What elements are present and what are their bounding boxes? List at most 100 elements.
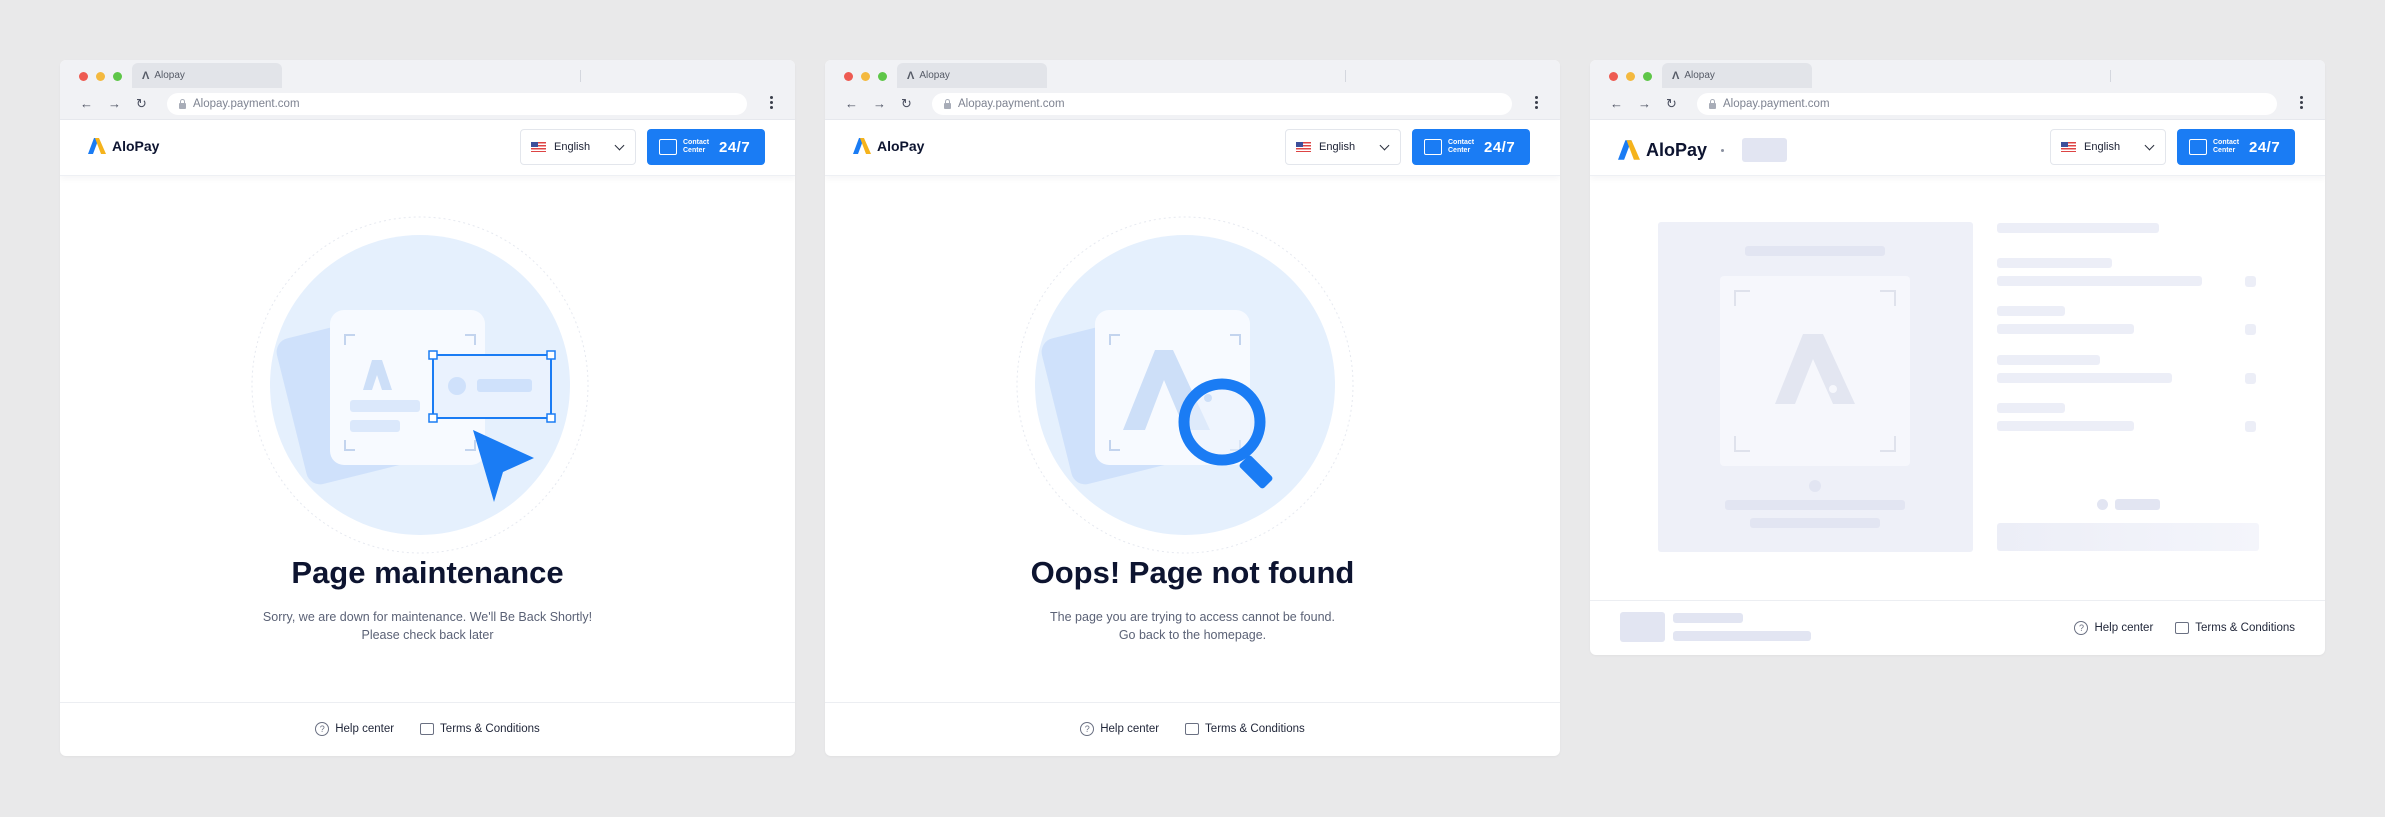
browser-tab[interactable]: Λ Alopay (897, 63, 1047, 88)
back-arrow-icon[interactable]: ← (845, 97, 858, 110)
separator-dot (1721, 148, 1725, 152)
close-dot[interactable] (844, 72, 853, 81)
question-icon: ? (2074, 621, 2089, 635)
qr-frame-icon (1734, 290, 1896, 452)
url-bar[interactable]: Alopay.payment.com (932, 93, 1512, 115)
help-center-link[interactable]: ? Help center (2074, 621, 2153, 635)
forward-arrow-icon[interactable]: → (108, 97, 121, 110)
not-found-illustration (1016, 216, 1354, 554)
footer: ? Help center Terms & Conditions (60, 722, 795, 736)
language-select[interactable]: English (520, 129, 636, 165)
help-center-link[interactable]: ? Help center (1080, 722, 1159, 736)
close-dot[interactable] (1609, 72, 1618, 81)
maximize-dot[interactable] (1643, 72, 1652, 81)
window-controls (79, 72, 122, 81)
homepage-link[interactable]: Go back to the homepage. (825, 626, 1560, 644)
copy-icon-skeleton (2245, 421, 2256, 432)
window-controls (844, 72, 887, 81)
nav-buttons: ← → ↻ (80, 97, 147, 110)
brand-logo[interactable]: AloPay (1618, 138, 1788, 162)
skeleton-line (1997, 373, 2172, 383)
forward-arrow-icon[interactable]: → (1638, 97, 1651, 110)
page-title: Oops! Page not found (1030, 555, 1355, 590)
browser-tab[interactable]: Λ Alopay (1662, 63, 1812, 88)
contact-line1: Contact (2213, 139, 2240, 146)
language-select[interactable]: English (1285, 129, 1401, 165)
browser-tab[interactable]: Λ Alopay (132, 63, 282, 88)
chevron-down-icon (2144, 140, 2155, 151)
tab-separator (580, 70, 581, 82)
us-flag-icon (2061, 142, 2076, 152)
help-center-label: Help center (2094, 622, 2154, 634)
brand-logo[interactable]: AloPay (88, 138, 159, 154)
skeleton-line (1997, 324, 2134, 334)
contact-hours: 24/7 (1484, 138, 1516, 156)
help-center-link[interactable]: ? Help center (315, 722, 394, 736)
footer-divider (825, 702, 1560, 703)
terms-link[interactable]: Terms & Conditions (420, 722, 540, 736)
copy-icon-skeleton (2245, 324, 2256, 335)
reload-icon[interactable]: ↻ (1666, 97, 1677, 110)
contact-hours: 24/7 (719, 138, 751, 156)
qr-code-skeleton (1720, 276, 1910, 466)
maximize-dot[interactable] (878, 72, 887, 81)
page-title: Page maintenance (291, 555, 564, 590)
back-arrow-icon[interactable]: ← (80, 97, 93, 110)
skeleton-line (1997, 223, 2159, 233)
forward-arrow-icon[interactable]: → (873, 97, 886, 110)
terms-label: Terms & Conditions (1205, 723, 1305, 735)
minimize-dot[interactable] (861, 72, 870, 81)
footer: ? Help center Terms & Conditions (2074, 621, 2295, 635)
terms-link[interactable]: Terms & Conditions (2175, 621, 2295, 635)
browser-menu-icon[interactable] (1535, 96, 1538, 109)
language-select[interactable]: English (2050, 129, 2166, 165)
back-arrow-icon[interactable]: ← (1610, 97, 1623, 110)
browser-menu-icon[interactable] (770, 96, 773, 109)
skeleton-line (1997, 258, 2112, 268)
skeleton-line (1997, 355, 2100, 365)
terms-link[interactable]: Terms & Conditions (1185, 722, 1305, 736)
url-text: Alopay.payment.com (1723, 98, 1830, 110)
browser-chrome: Λ Alopay ← → ↻ Alopay.payment.com (1590, 60, 2325, 120)
lock-icon (944, 98, 951, 109)
footer-divider (1590, 600, 2325, 601)
terms-label: Terms & Conditions (2195, 622, 2295, 634)
alopay-logo-icon (88, 138, 106, 154)
alopay-logo-icon (1618, 140, 1640, 160)
contact-center-button[interactable]: Contact Center 24/7 (647, 129, 765, 165)
lock-icon (179, 98, 186, 109)
chevron-down-icon (1379, 140, 1390, 151)
url-text: Alopay.payment.com (958, 98, 1065, 110)
brand-logo[interactable]: AloPay (853, 138, 924, 154)
tab-logo-icon: Λ (1672, 69, 1680, 82)
skeleton-line (1997, 421, 2134, 431)
reload-icon[interactable]: ↻ (136, 97, 147, 110)
skeleton-dot (1809, 480, 1821, 492)
document-icon (420, 723, 435, 735)
nav-buttons: ← → ↻ (845, 97, 912, 110)
site-header: AloPay English Contact Center 24/7 (825, 120, 1560, 176)
skeleton-line (1997, 306, 2065, 316)
maintenance-illustration (251, 216, 589, 554)
footer: ? Help center Terms & Conditions (825, 722, 1560, 736)
minimize-dot[interactable] (96, 72, 105, 81)
description-line1: The page you are trying to access cannot… (1050, 610, 1335, 624)
tab-separator (2110, 70, 2111, 82)
url-bar[interactable]: Alopay.payment.com (167, 93, 747, 115)
alopay-logo-icon (853, 138, 871, 154)
description-line2: Please check back later (361, 628, 494, 642)
description-line1: Sorry, we are down for maintenance. We'l… (262, 610, 593, 624)
footer-divider (60, 702, 795, 703)
brand-name: AloPay (1646, 139, 1708, 160)
chat-logo-icon (659, 139, 677, 155)
contact-center-button[interactable]: Contact Center 24/7 (1412, 129, 1530, 165)
minimize-dot[interactable] (1626, 72, 1635, 81)
chevron-down-icon (614, 140, 625, 151)
lock-icon (1709, 98, 1716, 109)
contact-center-button[interactable]: Contact Center 24/7 (2177, 129, 2295, 165)
browser-menu-icon[interactable] (2300, 96, 2303, 109)
close-dot[interactable] (79, 72, 88, 81)
reload-icon[interactable]: ↻ (901, 97, 912, 110)
maximize-dot[interactable] (113, 72, 122, 81)
url-bar[interactable]: Alopay.payment.com (1697, 93, 2277, 115)
